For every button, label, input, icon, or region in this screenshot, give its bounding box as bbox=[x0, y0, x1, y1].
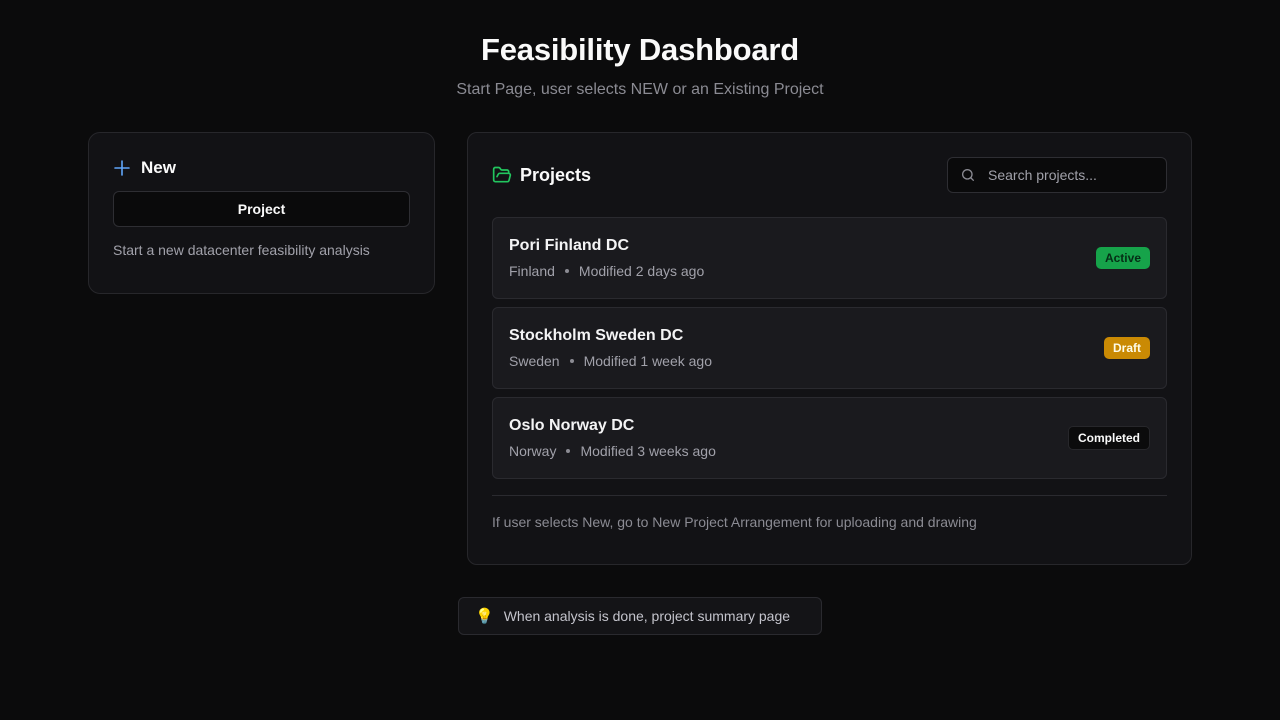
project-list: Pori Finland DC Finland Modified 2 days … bbox=[492, 217, 1167, 479]
new-project-card: New Project Start a new datacenter feasi… bbox=[88, 132, 435, 294]
project-country: Norway bbox=[509, 443, 557, 459]
page-header: Feasibility Dashboard Start Page, user s… bbox=[0, 0, 1280, 99]
project-modified: Modified 3 weeks ago bbox=[580, 443, 716, 459]
project-country: Finland bbox=[509, 263, 555, 279]
new-card-header: New bbox=[113, 157, 410, 179]
project-country: Sweden bbox=[509, 353, 560, 369]
lightbulb-icon: 💡 bbox=[475, 608, 494, 625]
search-icon bbox=[960, 167, 976, 183]
page-subtitle: Start Page, user selects NEW or an Exist… bbox=[456, 81, 824, 98]
project-meta: Norway Modified 3 weeks ago bbox=[509, 443, 716, 459]
new-project-button[interactable]: Project bbox=[113, 191, 410, 227]
page-title: Feasibility Dashboard bbox=[481, 32, 799, 67]
folder-open-icon bbox=[492, 165, 512, 185]
tip-box: 💡 When analysis is done, project summary… bbox=[458, 597, 822, 635]
project-item-stockholm[interactable]: Stockholm Sweden DC Sweden Modified 1 we… bbox=[492, 307, 1167, 389]
projects-title-group: Projects bbox=[492, 165, 591, 186]
project-modified: Modified 1 week ago bbox=[583, 353, 713, 369]
project-info: Pori Finland DC Finland Modified 2 days … bbox=[509, 237, 704, 279]
new-card-title: New bbox=[141, 158, 176, 177]
project-meta: Sweden Modified 1 week ago bbox=[509, 353, 712, 369]
tip-text: When analysis is done, project summary p… bbox=[503, 608, 791, 624]
projects-card: Projects Pori Finland DC Finland Modifie… bbox=[467, 132, 1192, 565]
status-badge: Completed bbox=[1067, 426, 1150, 450]
projects-header: Projects bbox=[492, 157, 1167, 193]
projects-title: Projects bbox=[520, 164, 592, 185]
search-input[interactable] bbox=[988, 167, 1148, 183]
project-name: Oslo Norway DC bbox=[509, 417, 635, 434]
plus-icon bbox=[113, 159, 131, 177]
divider bbox=[492, 495, 1167, 496]
project-modified: Modified 2 days ago bbox=[578, 263, 705, 279]
separator-dot bbox=[564, 269, 569, 273]
project-meta: Finland Modified 2 days ago bbox=[509, 263, 704, 279]
separator-dot bbox=[569, 359, 574, 363]
new-card-description: Start a new datacenter feasibility analy… bbox=[113, 242, 370, 258]
separator-dot bbox=[566, 449, 571, 453]
project-item-oslo[interactable]: Oslo Norway DC Norway Modified 3 weeks a… bbox=[492, 397, 1167, 479]
status-badge: Active bbox=[1095, 247, 1150, 269]
status-badge: Draft bbox=[1103, 337, 1150, 359]
project-name: Pori Finland DC bbox=[509, 237, 629, 254]
project-info: Oslo Norway DC Norway Modified 3 weeks a… bbox=[509, 417, 716, 459]
project-item-pori[interactable]: Pori Finland DC Finland Modified 2 days … bbox=[492, 217, 1167, 299]
projects-footer-note: If user selects New, go to New Project A… bbox=[492, 514, 977, 530]
project-name: Stockholm Sweden DC bbox=[509, 327, 684, 344]
search-box[interactable] bbox=[947, 157, 1167, 193]
project-info: Stockholm Sweden DC Sweden Modified 1 we… bbox=[509, 327, 712, 369]
